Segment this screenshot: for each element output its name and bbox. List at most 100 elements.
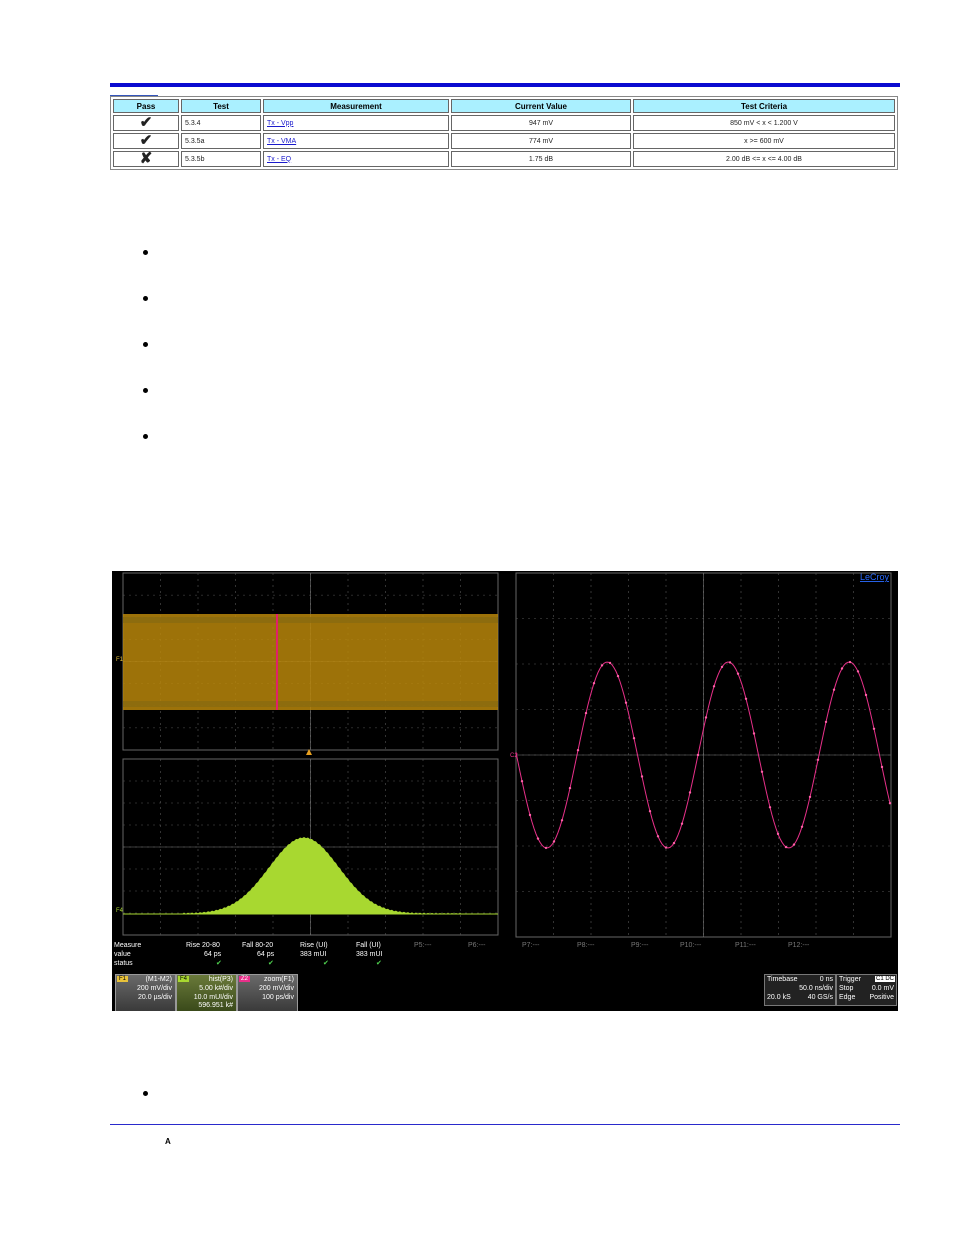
param-value: 383 mUI bbox=[300, 951, 327, 958]
trace-descriptor-z2[interactable]: Z2 zoom(F1) 200 mV/div 100 ps/div bbox=[237, 974, 298, 1011]
trigger-level: 0.0 mV bbox=[871, 985, 894, 992]
timebase-tdiv: 50.0 ns/div bbox=[799, 985, 833, 992]
pass-check-icon: ✔ bbox=[113, 133, 179, 149]
footer-mark: A bbox=[165, 1137, 171, 1146]
bullet-icon bbox=[143, 342, 148, 347]
trace-tdiv: 20.0 µs/div bbox=[138, 994, 172, 1001]
measurement-link[interactable]: Tx - EQ bbox=[267, 156, 291, 163]
param-value: 383 mUI bbox=[356, 951, 383, 958]
sample-point bbox=[760, 770, 764, 773]
sample-point bbox=[848, 660, 852, 664]
trace-tag: F1 bbox=[117, 976, 129, 982]
trace-descriptor-f1[interactable]: F1 (M1-M2) 200 mV/div 20.0 µs/div bbox=[115, 974, 176, 1011]
sample-point bbox=[632, 737, 636, 740]
test-id: 5.3.5b bbox=[181, 151, 261, 167]
trigger-mode: Stop bbox=[839, 985, 854, 992]
sample-point bbox=[600, 664, 604, 667]
header-rule bbox=[110, 83, 900, 87]
param-name[interactable]: Rise 20-80 bbox=[186, 942, 220, 949]
sample-point bbox=[728, 661, 732, 664]
timebase-label: Timebase bbox=[767, 976, 798, 983]
trace-count: 596.951 k# bbox=[198, 1002, 233, 1009]
measurement-link[interactable]: Tx - Vpp bbox=[267, 120, 293, 127]
measure-table: Measure value status Rise 20-80 64 ps ✔ … bbox=[112, 942, 898, 974]
param-name[interactable]: P10:--- bbox=[680, 942, 701, 949]
bullet-icon bbox=[143, 296, 148, 301]
timebase-rate: 40 GS/s bbox=[807, 994, 833, 1001]
sample-point bbox=[576, 749, 580, 752]
param-name[interactable]: P6:--- bbox=[468, 942, 486, 949]
sample-point bbox=[608, 661, 612, 665]
test-criteria: 2.00 dB <= x <= 4.00 dB bbox=[633, 151, 895, 167]
trigger-type: Edge bbox=[839, 994, 856, 1001]
col-header-test: Test bbox=[181, 99, 261, 113]
timebase-box[interactable]: Timebase 0 ns 50.0 ns/div 20.0 kS 40 GS/… bbox=[764, 974, 836, 1006]
trace-tdiv: 10.0 mUI/div bbox=[193, 994, 233, 1001]
sample-point bbox=[680, 822, 684, 825]
sample-point bbox=[520, 780, 524, 783]
param-name[interactable]: P8:--- bbox=[577, 942, 595, 949]
sample-point bbox=[768, 806, 772, 809]
results-table: Pass Test Measurement Current Value Test… bbox=[110, 96, 898, 170]
param-status-check-icon: ✔ bbox=[216, 960, 222, 967]
trigger-source: C1 DC bbox=[874, 976, 895, 982]
param-name[interactable]: P11:--- bbox=[735, 942, 756, 949]
measurement-link[interactable]: Tx - VMA bbox=[267, 138, 296, 145]
sample-point bbox=[568, 786, 572, 790]
sample-point bbox=[544, 846, 548, 850]
trace-title: zoom(F1) bbox=[264, 976, 294, 983]
param-name[interactable]: Fall 80-20 bbox=[242, 942, 273, 949]
sample-point bbox=[696, 753, 700, 757]
col-header-measurement: Measurement bbox=[263, 99, 449, 113]
sample-point bbox=[800, 825, 804, 828]
bullet-icon bbox=[143, 1091, 148, 1096]
param-status-check-icon: ✔ bbox=[376, 960, 382, 967]
sample-point bbox=[864, 693, 868, 697]
header-tab-rule bbox=[110, 95, 158, 96]
sample-point bbox=[536, 837, 540, 840]
trace-tag: Z2 bbox=[239, 976, 251, 982]
trigger-box[interactable]: Trigger C1 DC Stop 0.0 mV Edge Positive bbox=[836, 974, 897, 1006]
sample-point bbox=[552, 840, 556, 843]
trace-vdiv: 5.00 k#/div bbox=[199, 985, 233, 992]
param-name[interactable]: P7:--- bbox=[522, 942, 540, 949]
sample-point bbox=[712, 685, 716, 688]
param-name[interactable]: Fall (UI) bbox=[356, 942, 381, 949]
timebase-samples: 20.0 kS bbox=[767, 994, 791, 1001]
trace-tag: F4 bbox=[178, 976, 190, 982]
f4-marker: F4 bbox=[116, 908, 124, 914]
fail-cross-icon: ✘ bbox=[113, 151, 179, 167]
trace-title: hist(P3) bbox=[208, 976, 233, 983]
trace-vdiv: 200 mV/div bbox=[136, 985, 172, 992]
param-name[interactable]: Rise (UI) bbox=[300, 942, 328, 949]
table-row: ✔ 5.3.5a Tx - VMA 774 mV x >= 600 mV bbox=[113, 133, 895, 149]
sample-point bbox=[640, 775, 644, 778]
c2-marker: C2 bbox=[510, 753, 518, 759]
sample-point bbox=[744, 697, 748, 700]
col-header-pass: Pass bbox=[113, 99, 179, 113]
trace-descriptor-f4[interactable]: F4 hist(P3) 5.00 k#/div 10.0 mUI/div 596… bbox=[176, 974, 237, 1011]
bullet-icon bbox=[143, 388, 148, 393]
test-criteria: x >= 600 mV bbox=[633, 133, 895, 149]
trace-title: (M1-M2) bbox=[145, 976, 172, 983]
param-name[interactable]: P9:--- bbox=[631, 942, 649, 949]
current-value: 774 mV bbox=[451, 133, 631, 149]
param-name[interactable]: P5:--- bbox=[414, 942, 432, 949]
sample-point bbox=[880, 765, 884, 769]
f1-marker: F1 bbox=[116, 657, 124, 663]
sample-point bbox=[824, 720, 828, 724]
timebase-delay: 0 ns bbox=[819, 976, 833, 983]
sample-point bbox=[776, 832, 780, 836]
param-name[interactable]: P12:--- bbox=[788, 942, 809, 949]
table-row: ✘ 5.3.5b Tx - EQ 1.75 dB 2.00 dB <= x <=… bbox=[113, 151, 895, 167]
sample-point bbox=[656, 835, 660, 838]
measure-label: Measure bbox=[114, 942, 142, 949]
test-criteria: 850 mV < x < 1.200 V bbox=[633, 115, 895, 131]
current-value: 947 mV bbox=[451, 115, 631, 131]
pass-check-icon: ✔ bbox=[113, 115, 179, 131]
sample-point bbox=[584, 711, 588, 715]
oscilloscope-screenshot: F1 F4 C2 LeCroy Measure value status Ris… bbox=[112, 571, 898, 1011]
col-header-current-value: Current Value bbox=[451, 99, 631, 113]
sample-point bbox=[856, 670, 860, 673]
bullet-icon bbox=[143, 434, 148, 439]
